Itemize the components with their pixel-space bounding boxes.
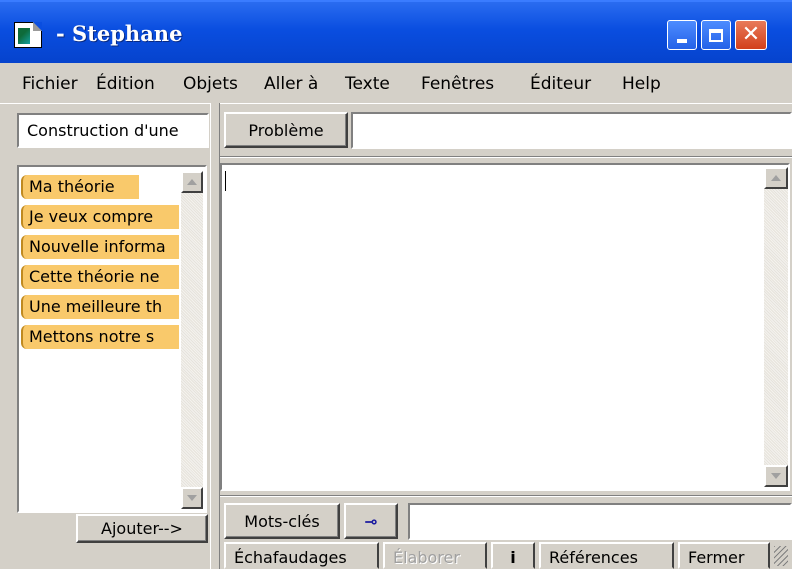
close-button[interactable]: ✕: [735, 20, 767, 50]
editor-scrollbar[interactable]: [764, 167, 788, 487]
close-icon: ✕: [741, 22, 761, 47]
menu-fenetres[interactable]: Fenêtres: [421, 74, 494, 94]
node-title-field[interactable]: Construction d'une: [17, 113, 209, 148]
menu-fichier[interactable]: Fichier: [22, 74, 78, 94]
maximize-button[interactable]: [701, 20, 731, 50]
scroll-down-button[interactable]: [181, 487, 203, 509]
app-icon-fold: [33, 22, 42, 31]
add-button[interactable]: Ajouter-->: [76, 514, 208, 543]
list-item[interactable]: Je veux compre: [21, 205, 179, 229]
menu-texte[interactable]: Texte: [345, 74, 390, 94]
menu-aller-a[interactable]: Aller à: [264, 74, 318, 94]
minimize-button[interactable]: [667, 20, 697, 50]
arrow-up-icon: [771, 175, 781, 181]
key-icon: ⊸: [364, 511, 378, 531]
list-item[interactable]: Mettons notre s: [21, 325, 179, 349]
minimize-icon: [677, 39, 687, 43]
maximize-icon: [709, 28, 723, 42]
text-caret: [225, 171, 226, 191]
problem-button[interactable]: Problème: [224, 112, 348, 148]
separator: [220, 495, 792, 497]
tab-echafaudages[interactable]: Échafaudages: [224, 542, 379, 569]
list-item[interactable]: Nouvelle informa: [21, 235, 179, 259]
scroll-up-button[interactable]: [181, 171, 203, 193]
menu-edition[interactable]: Édition: [96, 74, 155, 94]
list-scrollbar[interactable]: [181, 171, 203, 509]
text-editor[interactable]: [220, 163, 790, 491]
window-title: - Stephane: [56, 21, 183, 46]
scroll-up-button[interactable]: [764, 167, 788, 189]
arrow-down-icon: [187, 495, 197, 501]
app-icon[interactable]: [14, 22, 42, 48]
tab-info[interactable]: i: [491, 542, 535, 569]
list-item[interactable]: Ma théorie: [21, 175, 139, 199]
list-item[interactable]: Cette théorie ne: [21, 265, 179, 289]
menu-bar: Fichier Édition Objets Aller à Texte Fen…: [0, 63, 792, 104]
resize-grip[interactable]: [774, 546, 788, 566]
keywords-field[interactable]: [408, 503, 792, 540]
panel-splitter[interactable]: [210, 103, 220, 569]
scroll-down-button[interactable]: [764, 465, 788, 487]
arrow-down-icon: [771, 473, 781, 479]
tab-fermer[interactable]: Fermer: [678, 542, 770, 569]
list-item[interactable]: Une meilleure th: [21, 295, 179, 319]
arrow-up-icon: [187, 179, 197, 185]
title-bar[interactable]: - Stephane ✕: [0, 0, 792, 63]
separator: [220, 156, 792, 158]
tab-elaborer: Élaborer: [383, 542, 487, 569]
menu-help[interactable]: Help: [622, 74, 661, 94]
keywords-button[interactable]: Mots-clés: [224, 503, 340, 539]
menu-editeur[interactable]: Éditeur: [530, 74, 591, 94]
menu-objets[interactable]: Objets: [183, 74, 238, 94]
app-icon-mark: [18, 28, 30, 44]
tab-references[interactable]: Références: [539, 542, 674, 569]
key-button[interactable]: ⊸: [344, 503, 398, 539]
note-list[interactable]: Ma théorie Je veux compre Nouvelle infor…: [17, 165, 207, 513]
problem-field[interactable]: [351, 112, 792, 149]
